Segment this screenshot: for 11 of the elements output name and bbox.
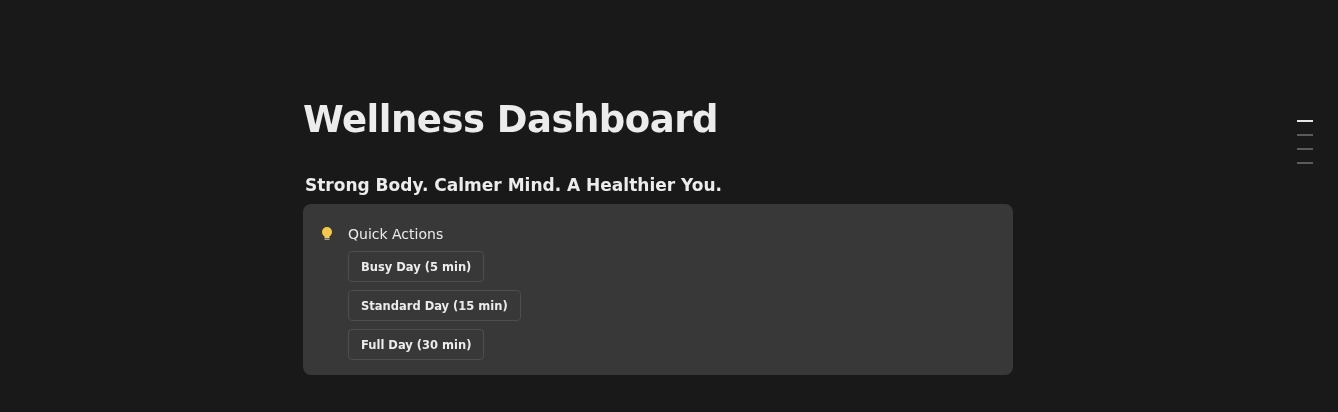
page-subtitle: Strong Body. Calmer Mind. A Healthier You. <box>305 174 724 196</box>
outline-marker[interactable] <box>1297 148 1313 150</box>
outline-marker[interactable] <box>1297 162 1313 164</box>
outline-marker[interactable] <box>1297 134 1313 136</box>
quick-action-button[interactable]: Full Day (30 min) <box>348 329 485 360</box>
quick-action-button[interactable]: Standard Day (15 min) <box>348 290 521 321</box>
outline-marker[interactable] <box>1297 120 1313 122</box>
callout-title: Quick Actions <box>348 225 444 244</box>
lightbulb-icon <box>321 226 333 242</box>
page-title: Wellness Dashboard <box>303 97 719 143</box>
quick-action-button[interactable]: Busy Day (5 min) <box>348 251 485 282</box>
